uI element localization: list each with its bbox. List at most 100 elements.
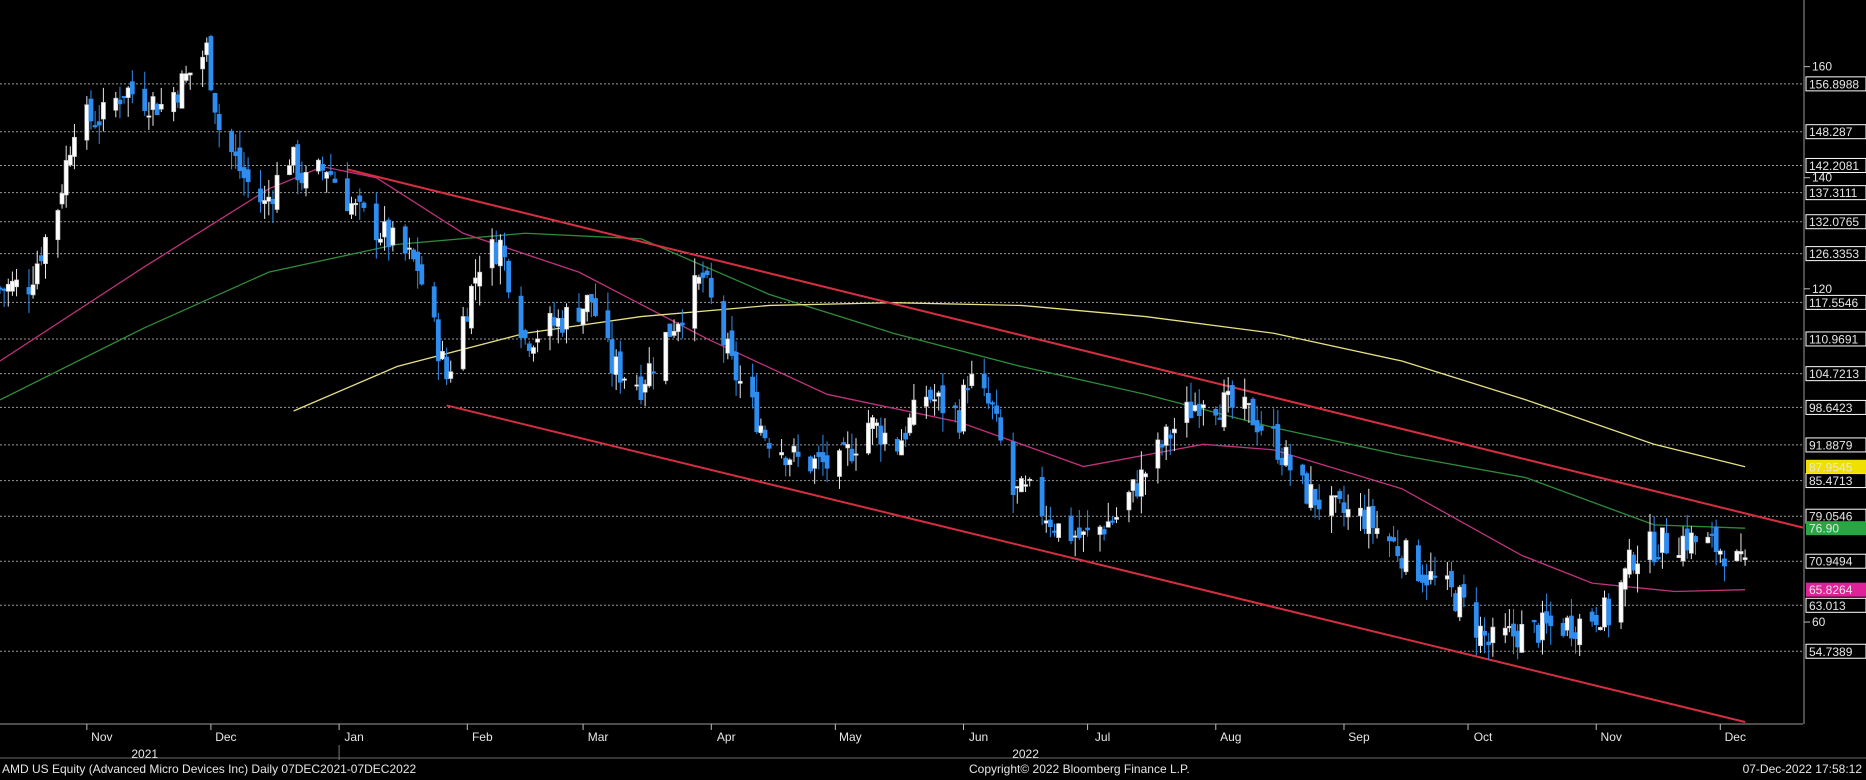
year-label: 2021	[131, 747, 158, 761]
security-description: AMD US Equity (Advanced Micro Devices In…	[2, 762, 417, 776]
up-candle-body	[1358, 507, 1363, 517]
candle	[1304, 471, 1310, 505]
candle	[287, 159, 292, 176]
price-chart[interactable]: 60120140160156.8988148.287142.2081137.31…	[0, 0, 1866, 780]
candle	[547, 306, 553, 351]
up-candle-body	[5, 283, 11, 292]
down-candle-body	[808, 456, 813, 472]
candle	[787, 458, 793, 477]
down-candle-body	[1275, 424, 1281, 460]
down-candle-body	[1039, 477, 1045, 516]
candle	[1043, 505, 1049, 533]
candle	[63, 145, 69, 208]
up-candle-body	[564, 306, 569, 330]
candle	[502, 232, 507, 271]
up-candle-body	[1023, 484, 1028, 487]
up-candle-body	[448, 371, 454, 379]
down-candle-body	[708, 277, 714, 298]
up-candle-body	[555, 317, 561, 327]
up-candle-body	[406, 247, 412, 250]
up-candle-body	[882, 432, 888, 445]
candle	[1560, 618, 1566, 638]
up-candle-body	[1428, 571, 1434, 580]
up-candle-body	[1138, 469, 1144, 497]
candle	[324, 171, 330, 193]
candle	[1213, 406, 1219, 426]
candle	[411, 248, 416, 262]
up-candle-body	[969, 373, 975, 387]
down-candle-body	[1, 288, 7, 291]
candle	[874, 418, 880, 438]
up-candle-body	[853, 453, 859, 456]
candle	[216, 103, 222, 148]
candle	[1312, 489, 1318, 519]
candle	[837, 448, 842, 489]
moving-average-line	[0, 232, 1746, 529]
up-candle-body	[874, 422, 880, 427]
up-candle-body	[59, 193, 65, 205]
candle	[489, 228, 495, 286]
up-candle-body	[837, 450, 842, 477]
month-label: Feb	[472, 730, 493, 744]
down-candle-body	[981, 373, 987, 389]
up-candle-body	[477, 271, 483, 287]
up-candle-body	[923, 396, 929, 407]
up-candle-body	[671, 330, 677, 336]
up-candle-body	[187, 72, 193, 76]
candle	[1105, 502, 1111, 528]
down-candle-body	[361, 202, 367, 208]
candle	[754, 372, 760, 434]
down-candle-body	[750, 376, 756, 398]
down-candle-body	[1337, 491, 1343, 500]
up-candle-body	[1345, 509, 1351, 518]
candlesticks	[0, 34, 1748, 660]
down-candle-body	[320, 164, 325, 171]
candle	[121, 96, 127, 104]
up-candle-body	[725, 338, 731, 354]
candle	[1221, 379, 1227, 432]
candle	[1246, 402, 1252, 424]
up-candle-body	[67, 154, 73, 166]
candle	[212, 92, 218, 124]
candle	[1424, 563, 1430, 600]
candle	[1490, 617, 1496, 657]
down-candle-body	[1664, 532, 1669, 554]
reference-level-label: 137.3111	[1809, 186, 1858, 200]
candle	[1300, 463, 1306, 485]
down-candle-body	[1229, 385, 1235, 408]
candle	[1052, 523, 1057, 537]
reference-level-tag: 110.9691	[1805, 331, 1866, 347]
down-candle-body	[1134, 483, 1140, 497]
candle	[870, 414, 875, 445]
up-candle-body	[34, 263, 40, 285]
down-candle-body	[1424, 574, 1430, 586]
reference-level-tag: 54.7389	[1805, 643, 1866, 659]
up-candle-body	[1221, 392, 1227, 428]
candle	[150, 92, 156, 126]
up-candle-body	[1403, 540, 1409, 573]
down-candle-body	[1432, 575, 1438, 578]
up-candle-body	[932, 399, 937, 402]
up-candle-body	[113, 97, 119, 111]
down-candle-body	[299, 172, 305, 184]
candle	[762, 425, 768, 442]
candle	[316, 158, 321, 175]
down-candle-body	[638, 376, 644, 401]
candle	[1680, 526, 1686, 567]
candle	[1196, 389, 1202, 429]
reference-level-tag: 85.4713	[1805, 473, 1866, 489]
down-candle-body	[824, 455, 830, 469]
down-candle-body	[1593, 614, 1599, 626]
candle	[737, 365, 743, 399]
candle	[1110, 516, 1115, 525]
candle	[55, 208, 61, 258]
candle	[1184, 386, 1190, 438]
trendline	[347, 168, 1804, 529]
candle	[113, 91, 119, 118]
down-candle-body	[1304, 473, 1310, 504]
up-candle-body	[1577, 618, 1583, 646]
candle	[593, 283, 598, 318]
reference-level-tag: 70.9494	[1805, 553, 1866, 569]
up-candle-body	[1172, 428, 1177, 434]
candle	[816, 445, 822, 470]
